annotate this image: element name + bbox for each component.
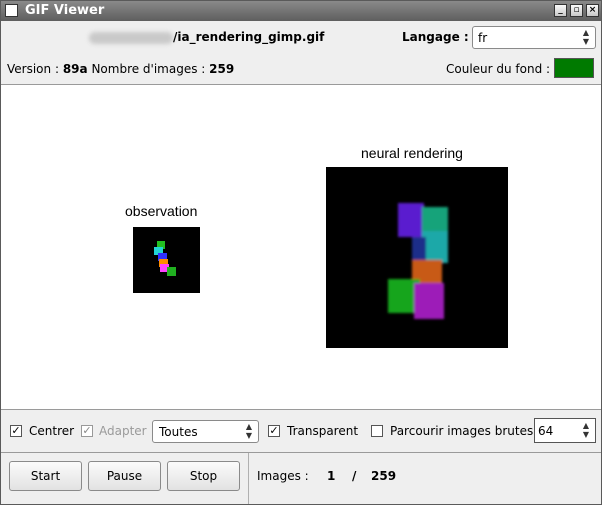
updown-arrows-icon: ▲ ▼ [245,422,253,440]
observation-blocks [154,241,176,276]
redacted-path [89,32,173,44]
raw-frames-checkbox[interactable] [371,425,383,437]
total-frames: 259 [371,469,397,483]
playback-controls: Start Pause Stop Images : 1 / 259 [1,453,601,504]
background-color-label: Couleur du fond : [446,62,551,76]
fit-checkbox: ✓ [81,424,93,437]
title-bar[interactable]: GIF Viewer _ ▫ × [1,1,601,21]
file-name: /ia_rendering_gimp.gif [173,30,325,44]
images-label: Images : [257,469,309,483]
window-title: GIF Viewer [25,3,105,18]
frame-separator: / [352,469,357,483]
background-color-button[interactable] [554,58,594,78]
gif-canvas: observation neural rendering [1,85,601,410]
app-window: GIF Viewer _ ▫ × /ia_rendering_gimp.gif … [0,0,602,505]
minimize-button[interactable]: _ [554,4,567,17]
frames-value: 259 [209,62,235,76]
frames-label: Nombre d'images : [91,62,206,76]
fit-label: Adapter [99,424,147,438]
spin-arrows-icon[interactable]: ▲ ▼ [579,421,593,440]
pause-button[interactable]: Pause [88,461,161,491]
neural-rendering-blocks [388,203,448,319]
app-icon [5,4,18,17]
frame-step-spinbox[interactable]: 64 ▲ ▼ [534,418,596,443]
frame-step-value: 64 [538,424,554,438]
current-frame: 1 [327,469,336,483]
observation-label: observation [125,203,198,219]
language-label: Langage : [402,30,469,44]
version-value: 89a [62,62,88,76]
frame-filter-select[interactable]: Toutes ▲ ▼ [152,420,259,443]
neural-rendering-label: neural rendering [361,145,463,161]
neural-rendering-image [326,167,508,348]
transparent-label: Transparent [287,424,359,438]
center-label: Centrer [29,424,75,438]
observation-image [133,227,200,293]
center-checkbox[interactable]: ✓ [10,425,22,437]
gif-info: Version : 89a Nombre d'images : 259 [7,62,234,76]
start-button[interactable]: Start [9,461,82,491]
language-value: fr [478,31,488,45]
close-button[interactable]: × [586,4,599,17]
transparent-checkbox[interactable]: ✓ [268,425,280,437]
language-select[interactable]: fr ▲ ▼ [472,26,596,49]
separator [248,453,249,504]
maximize-button[interactable]: ▫ [570,4,583,17]
updown-arrows-icon: ▲ ▼ [582,28,590,46]
version-label: Version : [7,62,59,76]
file-info-header: /ia_rendering_gimp.gif Langage : fr ▲ ▼ V… [1,21,601,85]
display-options: ✓ Centrer ✓ Adapter Toutes ▲ ▼ ✓ Transpar… [1,410,601,453]
frame-filter-value: Toutes [159,425,198,439]
stop-button[interactable]: Stop [167,461,240,491]
raw-frames-label: Parcourir images brutes [390,424,534,438]
